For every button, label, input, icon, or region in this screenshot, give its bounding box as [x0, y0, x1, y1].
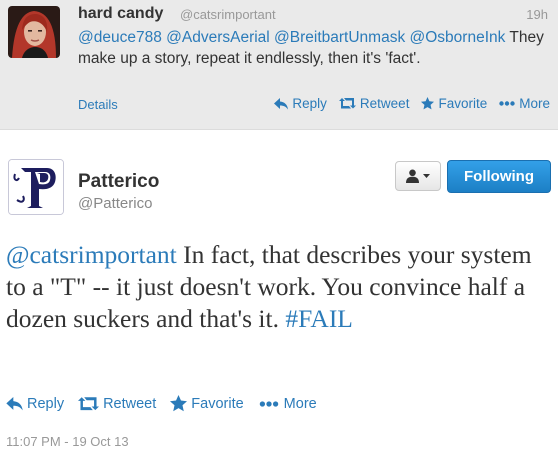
tweet-timestamp[interactable]: 11:07 PM - 19 Oct 13 — [6, 434, 129, 449]
retweet-icon — [338, 98, 356, 109]
retweet-label: Retweet — [359, 96, 410, 111]
reply-label: Reply — [292, 96, 327, 111]
more-button[interactable]: More — [258, 395, 317, 412]
favorite-button[interactable]: Favorite — [170, 395, 244, 412]
more-label: More — [283, 395, 317, 412]
details-link[interactable]: Details — [78, 97, 118, 112]
hashtag-link[interactable]: #FAIL — [285, 304, 353, 333]
reply-button[interactable]: Reply — [6, 395, 64, 412]
tweet-mention[interactable]: @catsrimportant — [6, 240, 177, 269]
user-name[interactable]: hard candy — [78, 5, 163, 23]
retweet-button[interactable]: Retweet — [78, 395, 156, 412]
patterico-logo-icon — [9, 160, 63, 214]
parent-tweet[interactable]: hard candy @catsrimportant 19h @deuce788… — [0, 0, 558, 130]
reply-icon — [6, 396, 23, 410]
user-handle[interactable]: @Patterico — [78, 195, 152, 212]
user-icon — [406, 169, 419, 183]
tweet-text: @catsrimportant In fact, that describes … — [6, 239, 552, 335]
avatar-image — [8, 6, 60, 58]
user-actions-dropdown[interactable] — [395, 161, 441, 191]
retweet-button[interactable]: Retweet — [338, 96, 410, 111]
tweet-text: @deuce788 @AdversAerial @BreitbartUnmask… — [78, 27, 548, 69]
reply-button[interactable]: Reply — [274, 96, 327, 111]
more-dots-icon — [499, 101, 515, 106]
tweet-mentions[interactable]: @deuce788 @AdversAerial @BreitbartUnmask… — [78, 29, 505, 46]
favorite-label: Favorite — [438, 96, 488, 111]
main-tweet: Patterico @Patterico Following @catsrimp… — [0, 131, 558, 454]
tweet-actions: Reply Retweet Favorite More — [6, 395, 317, 412]
favorite-button[interactable]: Favorite — [421, 96, 487, 111]
favorite-label: Favorite — [191, 395, 244, 412]
favorite-star-icon — [170, 395, 188, 412]
retweet-label: Retweet — [103, 395, 157, 412]
caret-down-icon — [423, 174, 430, 178]
retweet-icon — [78, 396, 100, 410]
favorite-star-icon — [421, 97, 435, 110]
tweet-time[interactable]: 19h — [526, 7, 548, 22]
more-label: More — [519, 96, 550, 111]
user-handle[interactable]: @catsrimportant — [180, 7, 276, 22]
reply-label: Reply — [27, 395, 65, 412]
more-button[interactable]: More — [499, 96, 550, 111]
avatar[interactable] — [8, 159, 64, 215]
avatar[interactable] — [8, 6, 60, 58]
user-name[interactable]: Patterico — [78, 171, 159, 193]
tweet-actions: Reply Retweet Favorite More — [274, 96, 550, 111]
more-dots-icon — [259, 400, 278, 407]
following-button[interactable]: Following — [447, 160, 551, 193]
reply-icon — [274, 97, 289, 109]
